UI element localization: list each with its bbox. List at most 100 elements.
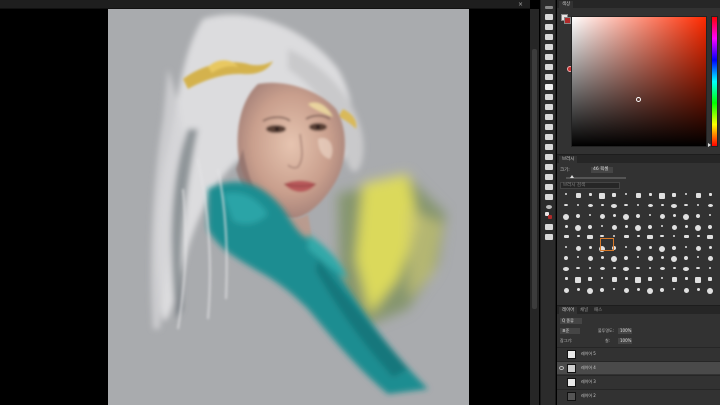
layer-row[interactable]: 레이어 2 <box>557 389 720 402</box>
brush-preset[interactable] <box>644 192 656 202</box>
brush-preset[interactable] <box>596 213 608 223</box>
brush-preset[interactable] <box>692 276 704 286</box>
brush-preset[interactable] <box>704 203 716 213</box>
tab-paths[interactable]: 패스 <box>591 307 606 314</box>
brush-preset[interactable] <box>620 192 632 202</box>
tab-brushes[interactable]: 브러시 <box>559 156 578 163</box>
brush-preset[interactable] <box>572 234 584 244</box>
brush-preset[interactable] <box>704 276 716 286</box>
brush-preset[interactable] <box>620 203 632 213</box>
brush-preset[interactable] <box>692 287 704 297</box>
brush-preset[interactable] <box>632 287 644 297</box>
brush-preset[interactable] <box>656 203 668 213</box>
brush-preset[interactable] <box>608 287 620 297</box>
brush-size-slider[interactable] <box>566 175 626 179</box>
brush-preset[interactable] <box>692 234 704 244</box>
layer-row[interactable]: 레이어 3 <box>557 375 720 388</box>
brush-preset[interactable] <box>692 203 704 213</box>
brush-preset[interactable] <box>608 224 620 234</box>
brush-preset[interactable] <box>620 255 632 265</box>
brush-size-slider-knob[interactable] <box>570 175 574 178</box>
brush-preset[interactable] <box>644 266 656 276</box>
brush-preset[interactable] <box>668 245 680 255</box>
brush-preset[interactable] <box>704 224 716 234</box>
dodge-tool-icon[interactable] <box>545 144 553 150</box>
brush-preset[interactable] <box>704 266 716 276</box>
brush-preset[interactable] <box>572 224 584 234</box>
brush-preset[interactable] <box>596 276 608 286</box>
brush-preset[interactable] <box>680 234 692 244</box>
brush-preset[interactable] <box>620 224 632 234</box>
brush-preset[interactable] <box>632 245 644 255</box>
brush-preset[interactable] <box>656 213 668 223</box>
color-picker-ring[interactable] <box>636 97 641 102</box>
canvas-area[interactable]: × <box>0 0 530 405</box>
layer-filter-select[interactable]: Q 종류 <box>560 318 582 324</box>
brush-preset[interactable] <box>692 224 704 234</box>
hue-slider[interactable] <box>711 16 718 147</box>
brush-preset[interactable] <box>668 276 680 286</box>
tab-color[interactable]: 색상 <box>559 1 574 8</box>
brush-preset[interactable] <box>704 234 716 244</box>
brush-preset[interactable] <box>572 276 584 286</box>
brush-preset[interactable] <box>608 255 620 265</box>
brush-preset[interactable] <box>584 276 596 286</box>
stamp-tool-icon[interactable] <box>545 94 553 100</box>
brush-preset[interactable] <box>620 245 632 255</box>
brush-preset[interactable] <box>596 224 608 234</box>
type-tool-icon[interactable] <box>545 164 553 170</box>
brush-preset[interactable] <box>584 203 596 213</box>
brush-preset[interactable] <box>692 266 704 276</box>
brush-preset[interactable] <box>668 234 680 244</box>
brush-preset[interactable] <box>632 276 644 286</box>
crop-tool-icon[interactable] <box>545 54 553 60</box>
brush-preset[interactable] <box>572 245 584 255</box>
brush-preset[interactable] <box>560 266 572 276</box>
brush-preset[interactable] <box>620 276 632 286</box>
brush-size-field[interactable]: 46 픽셀 <box>591 167 613 173</box>
brush-preset[interactable] <box>704 213 716 223</box>
brush-preset[interactable] <box>668 213 680 223</box>
brush-preset[interactable] <box>572 203 584 213</box>
marquee-tool-icon[interactable] <box>545 24 553 30</box>
brush-preset[interactable] <box>680 287 692 297</box>
brush-preset[interactable] <box>680 255 692 265</box>
brush-preset[interactable] <box>668 287 680 297</box>
blur-tool-icon[interactable] <box>545 134 553 140</box>
hue-slider-marker[interactable] <box>708 143 711 147</box>
brush-preset[interactable] <box>608 213 620 223</box>
layer-row[interactable]: 레이어 4 <box>557 361 720 374</box>
layer-row[interactable]: 레이어 5 <box>557 347 720 360</box>
brush-preset[interactable] <box>584 192 596 202</box>
brush-preset[interactable] <box>644 224 656 234</box>
brush-preset[interactable] <box>596 192 608 202</box>
brush-preset[interactable] <box>608 203 620 213</box>
canvas-scrollbar[interactable] <box>530 9 539 405</box>
brush-preset[interactable] <box>644 203 656 213</box>
screen-mode-icon[interactable] <box>545 234 553 240</box>
brush-tool-icon[interactable] <box>545 84 553 90</box>
brush-preset[interactable] <box>584 224 596 234</box>
quick-select-tool-icon[interactable] <box>545 44 553 50</box>
brush-search-input[interactable]: 브러시 검색 <box>560 182 620 189</box>
brush-preset[interactable] <box>572 266 584 276</box>
blend-mode-select[interactable]: 표준 <box>560 328 580 334</box>
brush-preset[interactable] <box>608 266 620 276</box>
brush-preset[interactable] <box>704 255 716 265</box>
brush-preset[interactable] <box>584 245 596 255</box>
toolbar-grip-icon[interactable] <box>545 6 553 9</box>
brush-preset[interactable] <box>596 255 608 265</box>
tab-layers[interactable]: 레이어 <box>559 307 578 314</box>
brush-preset[interactable] <box>668 224 680 234</box>
brush-preset[interactable] <box>632 255 644 265</box>
brush-preset[interactable] <box>644 287 656 297</box>
brush-preset[interactable] <box>644 276 656 286</box>
brush-preset[interactable] <box>560 287 572 297</box>
brush-preset[interactable] <box>596 266 608 276</box>
brush-preset[interactable] <box>620 213 632 223</box>
brush-preset[interactable] <box>560 276 572 286</box>
lasso-tool-icon[interactable] <box>545 34 553 40</box>
path-select-tool-icon[interactable] <box>545 174 553 180</box>
opacity-field[interactable]: 100% <box>618 328 632 334</box>
brush-preset[interactable] <box>692 255 704 265</box>
